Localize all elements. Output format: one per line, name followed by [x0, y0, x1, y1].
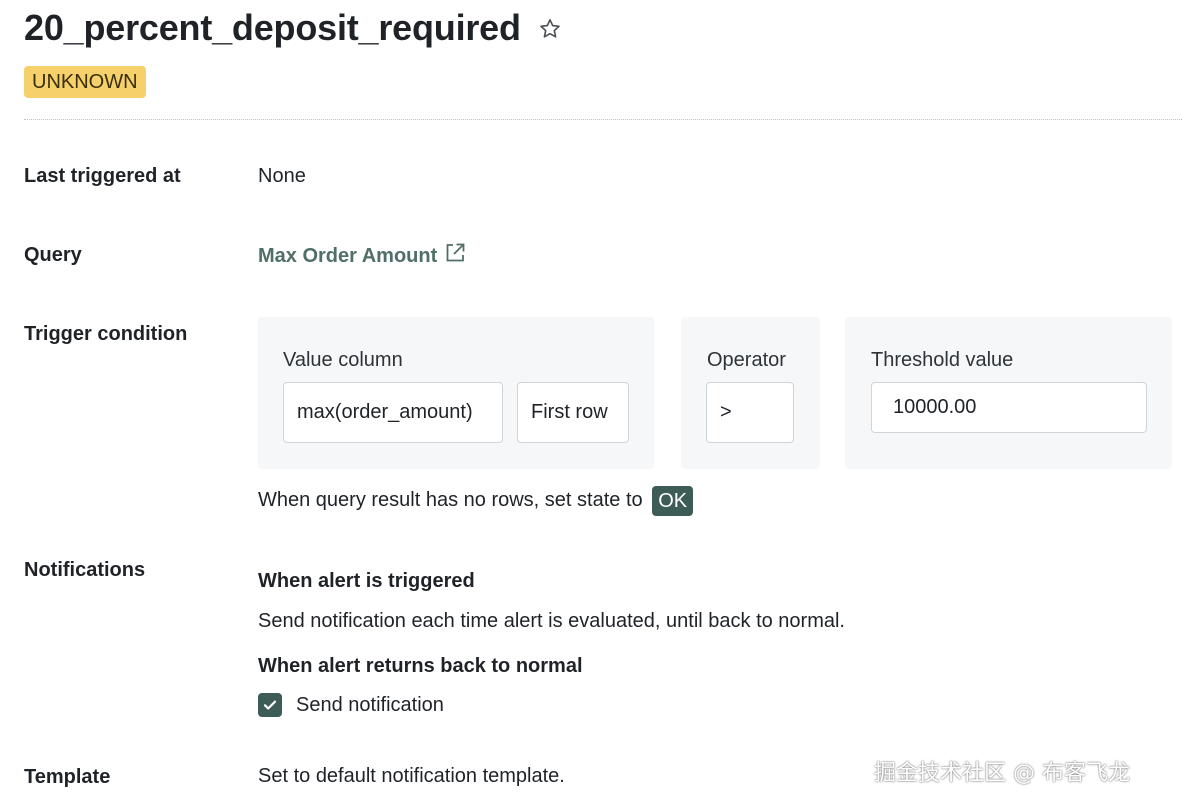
triggered-text: Send notification each time alert is eva… — [258, 610, 845, 632]
template-value: Set to default notification template. — [258, 765, 565, 787]
no-rows-text: When query result has no rows, set state… — [258, 489, 643, 511]
operator-label: Operator — [707, 349, 786, 371]
send-notification-label: Send notification — [296, 694, 444, 716]
value-column-label: Value column — [283, 349, 403, 371]
watermark: 掘金技术社区 @ 布客飞龙 — [874, 761, 1130, 786]
trigger-condition-label: Trigger condition — [24, 323, 188, 345]
star-icon[interactable] — [537, 16, 563, 42]
query-label: Query — [24, 244, 82, 266]
divider — [24, 119, 1182, 120]
alert-page: 20_percent_deposit_required UNKNOWN Last… — [0, 0, 1182, 810]
normal-heading: When alert returns back to normal — [258, 655, 583, 677]
send-notification-row[interactable]: Send notification — [258, 693, 444, 717]
threshold-input[interactable]: 10000.00 — [871, 382, 1147, 433]
page-title: 20_percent_deposit_required — [24, 7, 521, 48]
external-link-icon — [443, 241, 467, 271]
query-link[interactable]: Max Order Amount — [258, 241, 467, 271]
last-triggered-value: None — [258, 165, 306, 187]
last-triggered-label: Last triggered at — [24, 165, 181, 187]
no-rows-state-select[interactable]: OK — [652, 485, 694, 516]
status-badge: UNKNOWN — [24, 66, 146, 98]
threshold-panel: Threshold value 10000.00 — [845, 317, 1172, 469]
operator-select[interactable]: > — [706, 382, 794, 443]
triggered-heading: When alert is triggered — [258, 570, 475, 592]
title-row: 20_percent_deposit_required — [24, 6, 563, 50]
value-column-select[interactable]: max(order_amount) — [283, 382, 503, 443]
check-icon — [263, 700, 277, 710]
notifications-label: Notifications — [24, 559, 146, 581]
operator-panel: Operator > — [681, 317, 820, 469]
value-column-panel: Value column max(order_amount) First row — [258, 317, 654, 469]
query-value: Max Order Amount — [258, 241, 467, 271]
template-label: Template — [24, 766, 111, 788]
query-link-text: Max Order Amount — [258, 245, 438, 267]
row-selector-select[interactable]: First row — [517, 382, 629, 443]
no-rows-setting: When query result has no rows, set state… — [258, 485, 694, 516]
threshold-label: Threshold value — [871, 349, 1014, 371]
send-notification-checkbox[interactable] — [258, 693, 282, 717]
